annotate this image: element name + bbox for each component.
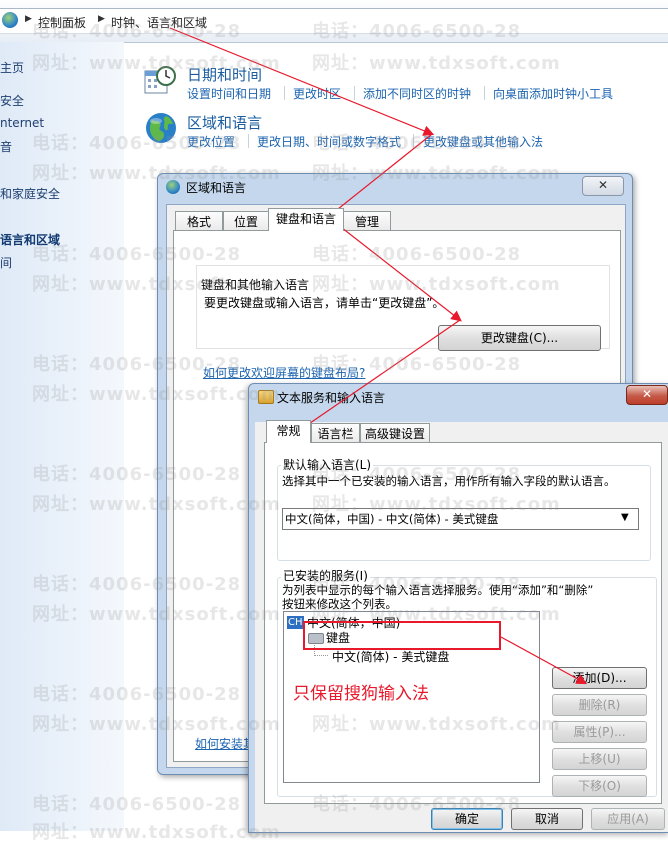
datetime-title[interactable]: 日期和时间 [187,64,262,85]
dialog-title: 区域和语言 [186,181,247,195]
tab-administrative[interactable]: 管理 [343,211,391,231]
close-button[interactable]: ✕ [582,176,624,196]
link-separator [284,86,285,100]
tab-general[interactable]: 常规 [266,420,311,443]
ok-button[interactable]: 确定 [431,808,503,830]
chevron-right-icon: ▶ [98,14,105,24]
globe-icon [144,111,178,145]
default-language-select[interactable]: 中文(简体，中国) - 中文(简体) - 美式键盘 ▼ [282,508,639,530]
add-clocks-link[interactable]: 添加不同时区的时钟 [363,85,471,102]
dialog-title: 文本服务和输入语言 [277,391,386,405]
link-separator [484,86,485,100]
tab-location[interactable]: 位置 [223,211,269,231]
tab-formats[interactable]: 格式 [175,211,223,231]
move-down-button[interactable]: 下移(O) [552,775,647,797]
change-keyboards-button[interactable]: 更改键盘(C)... [438,325,601,351]
change-timezone-link[interactable]: 更改时区 [293,85,341,102]
change-location-link[interactable]: 更改位置 [187,133,235,150]
link-separator [413,134,414,148]
add-button[interactable]: 添加(D)... [552,667,647,689]
nav-item-internet[interactable]: nternet [0,116,44,130]
add-clock-gadget-link[interactable]: 向桌面添加时钟小工具 [493,85,613,102]
calendar-clock-icon [144,64,176,96]
tab-language-bar[interactable]: 语言栏 [311,423,360,443]
installed-description-line2: 按钮来修改这个列表。 [282,597,397,611]
nav-item-ease-of-access[interactable]: 间 [0,254,12,271]
section-title: 键盘和其他输入语言 [201,278,310,292]
tab-keyboards-languages[interactable]: 键盘和语言 [268,208,344,231]
annotation-note: 只保留搜狗输入法 [293,684,429,704]
change-format-link[interactable]: 更改日期、时间或数字格式 [257,133,401,150]
close-button[interactable]: ✕ [626,385,668,405]
change-keyboard-link[interactable]: 更改键盘或其他输入法 [423,133,543,150]
nav-item-home[interactable]: 主页 [0,59,24,76]
nav-item-clock-language-region[interactable]: 语言和区域 [0,231,60,248]
text-services-dialog: 文本服务和输入语言 ✕ 常规 语言栏 高级键设置 默认输入语言(L) 选择其中一… [248,383,668,833]
nav-item-security[interactable]: 安全 [0,92,24,109]
install-language-link[interactable]: 如何安装其 [195,735,255,752]
welcome-screen-keyboard-link[interactable]: 如何更改欢迎屏幕的键盘布局? [203,364,365,381]
cancel-button[interactable]: 取消 [511,808,583,830]
region-language-title[interactable]: 区域和语言 [187,112,262,133]
default-language-description: 选择其中一个已安装的输入语言，用作所有输入字段的默认语言。 [282,474,616,488]
nav-item-family-safety[interactable]: 和家庭安全 [0,185,60,202]
address-bar: ▶ 控制面板 ▶ 时钟、语言和区域 [0,0,668,43]
watermark-site: 网址：www.tdxsoft.com [312,53,561,74]
set-time-date-link[interactable]: 设置时间和日期 [187,85,271,102]
nav-item-sound[interactable]: 音 [0,138,12,155]
globe-icon [166,180,180,194]
tree-service-node[interactable]: 中文(简体) - 美式键盘 [332,648,449,665]
default-language-legend: 默认输入语言(L) [281,456,374,473]
tab-advanced-key-settings[interactable]: 高级键设置 [360,423,430,443]
selected-language: 中文(简体，中国) - 中文(简体) - 美式键盘 [285,512,499,526]
move-up-button[interactable]: 上移(U) [552,748,647,770]
apply-button[interactable]: 应用(A) [591,808,665,830]
link-separator [248,134,249,148]
highlight-box [303,621,501,650]
dropdown-arrow-icon: ▼ [621,512,629,523]
address-field[interactable]: ▶ 控制面板 ▶ 时钟、语言和区域 [0,8,668,34]
breadcrumb-clock-language-region[interactable]: 时钟、语言和区域 [111,14,207,31]
close-icon: ✕ [597,178,609,192]
language-badge: CH [287,616,304,629]
properties-button[interactable]: 属性(P)... [552,721,647,743]
breadcrumb-control-panel[interactable]: 控制面板 [38,14,86,31]
close-icon: ✕ [641,387,653,401]
left-navigation-pane: 主页 安全 nternet 音 和家庭安全 语言和区域 间 [0,42,124,831]
remove-button[interactable]: 删除(R) [552,694,647,716]
link-separator [354,86,355,100]
chevron-right-icon: ▶ [25,14,32,24]
keyboard-folder-icon [258,390,274,404]
control-panel-icon [2,12,18,28]
tree-line [314,655,328,657]
section-description: 要更改键盘或输入语言，请单击“更改键盘”。 [204,296,445,310]
